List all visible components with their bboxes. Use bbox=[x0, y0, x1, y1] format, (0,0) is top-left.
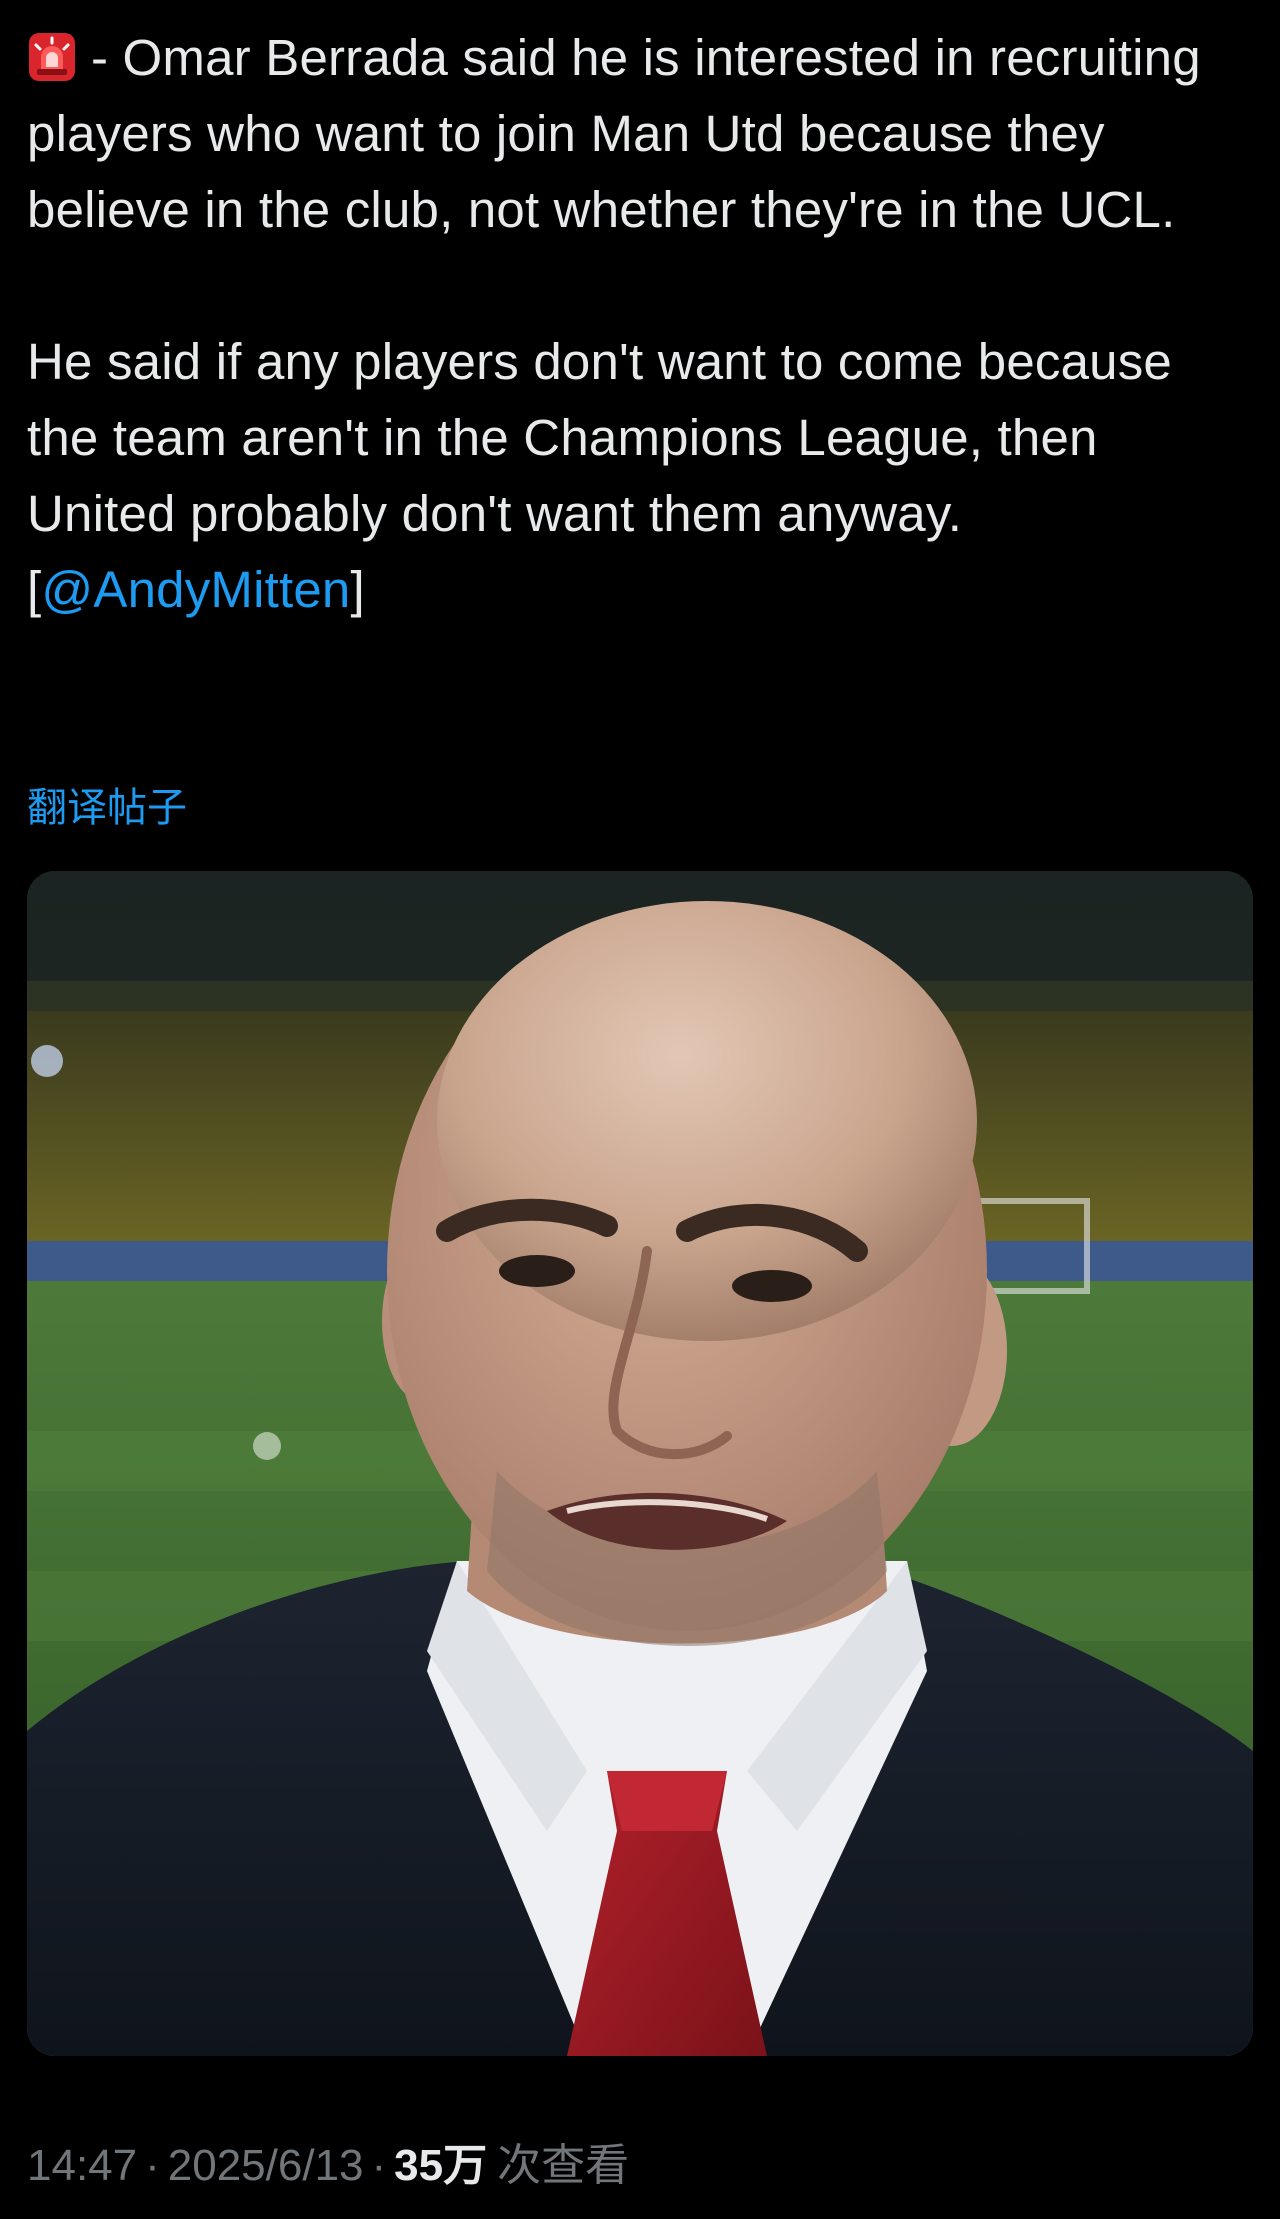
tweet-paragraph-1: - Omar Berrada said he is interested in … bbox=[27, 20, 1253, 248]
tweet-meta: 14:47 · 2025/6/13 · 35万 次查看 bbox=[27, 2136, 629, 2196]
translate-post-link[interactable]: 翻译帖子 bbox=[27, 780, 187, 836]
tweet-paragraph-1-text: - Omar Berrada said he is interested in … bbox=[27, 29, 1201, 238]
photo-of-man-in-suit-at-stadium bbox=[27, 871, 1253, 2056]
meta-separator: · bbox=[371, 2141, 387, 2190]
rotating-light-icon bbox=[27, 28, 77, 81]
tweet-media-image[interactable] bbox=[27, 871, 1253, 2056]
tweet-text: - Omar Berrada said he is interested in … bbox=[27, 20, 1253, 628]
meta-separator: · bbox=[145, 2141, 160, 2190]
views-label: 次查看 bbox=[497, 2140, 630, 2191]
tweet-paragraph-2: He said if any players don't want to com… bbox=[27, 324, 1253, 628]
tweet-paragraph-2-close: ] bbox=[350, 561, 365, 618]
tweet-body: - Omar Berrada said he is interested in … bbox=[27, 20, 1253, 628]
tweet-date[interactable]: 2025/6/13 bbox=[168, 2141, 364, 2190]
tweet-time[interactable]: 14:47 bbox=[27, 2141, 137, 2190]
mention-link[interactable]: @AndyMitten bbox=[41, 561, 350, 618]
views-count[interactable]: 35万 bbox=[394, 2141, 487, 2190]
